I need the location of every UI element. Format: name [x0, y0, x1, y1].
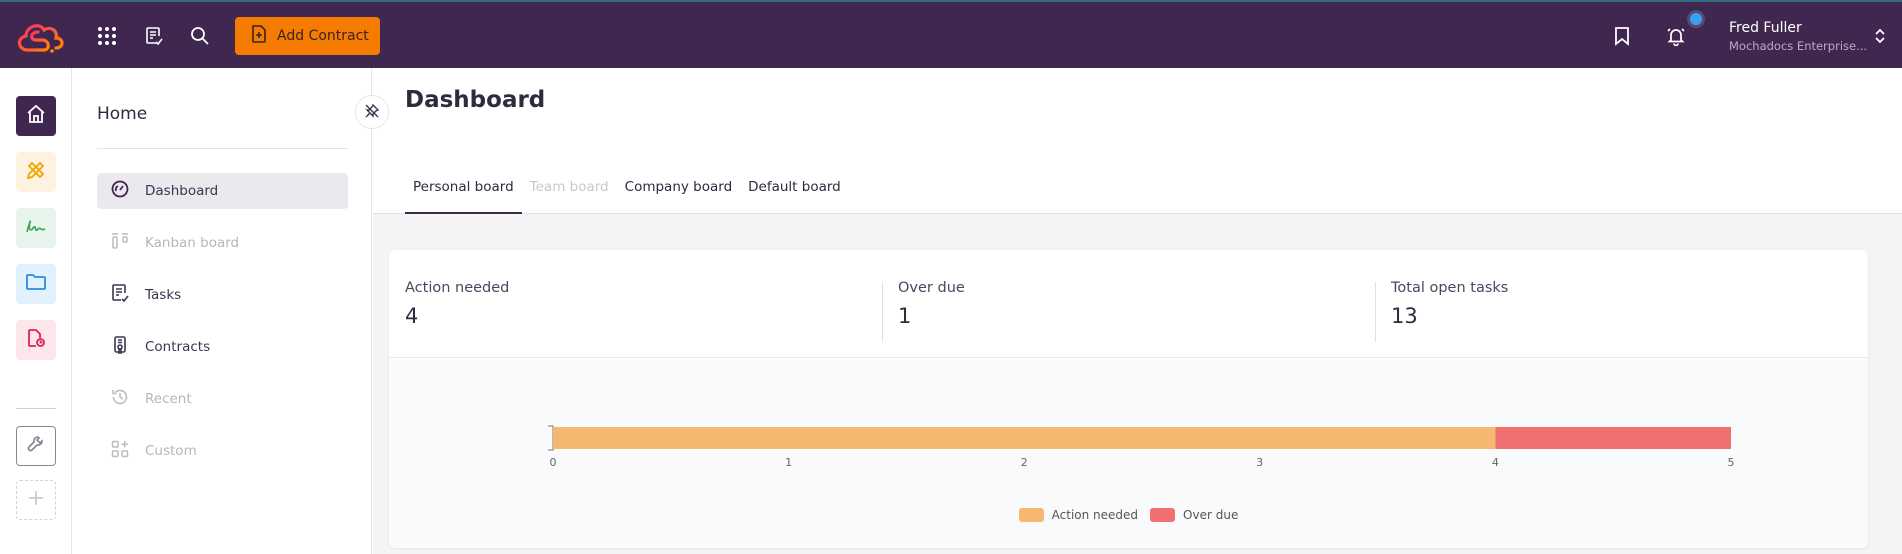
- legend-label: Over due: [1183, 508, 1239, 522]
- wrench-icon: [26, 434, 46, 458]
- stat-action-needed[interactable]: Action needed 4: [389, 250, 882, 357]
- search-icon[interactable]: [188, 24, 212, 48]
- sidebar: Home Dashboard Kanban board Tasks Contra…: [72, 68, 372, 554]
- sidebar-item-label: Custom: [145, 443, 197, 459]
- sidebar-item-label: Contracts: [145, 339, 211, 355]
- legend-swatch: [1150, 508, 1176, 522]
- legend-item-action-needed[interactable]: Action needed: [1018, 508, 1139, 522]
- sidebar-item-recent[interactable]: Recent: [97, 381, 348, 417]
- pencil-ruler-icon: [26, 160, 46, 184]
- tab-default-board[interactable]: Default board: [740, 172, 849, 214]
- rail-add-button[interactable]: [16, 480, 56, 520]
- page-header: Dashboard Personal board Team board Comp…: [373, 68, 1902, 214]
- board-tabs: Personal board Team board Company board …: [405, 172, 849, 214]
- stat-label: Over due: [898, 280, 965, 296]
- bar-over-due[interactable]: [1495, 427, 1731, 449]
- kanban-icon: [111, 232, 129, 254]
- chart-svg: 0 1 2 3 4 5: [548, 425, 1735, 469]
- rail-home-button[interactable]: [16, 96, 56, 136]
- sidebar-item-contracts[interactable]: Contracts: [97, 329, 348, 365]
- chevron-up-down-icon[interactable]: [1868, 24, 1892, 48]
- home-icon: [26, 104, 46, 128]
- user-name: Fred Fuller: [1729, 20, 1802, 36]
- gauge-icon: [111, 180, 129, 202]
- bookmark-icon[interactable]: [1610, 24, 1634, 48]
- x-tick-label: 3: [1256, 456, 1263, 469]
- add-contract-button[interactable]: Add Contract: [235, 17, 380, 55]
- mochadocs-cloud-logo[interactable]: [14, 18, 72, 56]
- page-title: Dashboard: [405, 87, 546, 113]
- main-content: Dashboard Personal board Team board Comp…: [373, 68, 1902, 554]
- sidebar-item-tasks[interactable]: Tasks: [97, 277, 348, 313]
- bar-action-needed[interactable]: [553, 427, 1496, 449]
- stat-label: Total open tasks: [1391, 280, 1509, 296]
- tab-personal-board[interactable]: Personal board: [405, 172, 522, 214]
- x-tick-label: 1: [785, 456, 792, 469]
- plus-icon: [28, 490, 44, 510]
- tasks-icon: [111, 284, 129, 306]
- legend-label: Action needed: [1051, 508, 1139, 522]
- add-contract-label: Add Contract: [277, 28, 369, 44]
- folder-icon: [25, 273, 47, 295]
- sidebar-item-label: Recent: [145, 391, 192, 407]
- sidebar-item-label: Tasks: [145, 287, 182, 303]
- x-tick-label: 5: [1728, 456, 1735, 469]
- stats-row: Action needed 4 Over due 1 Total open ta…: [389, 250, 1868, 358]
- chart-legend: Action needed Over due: [389, 508, 1868, 522]
- x-tick-label: 4: [1492, 456, 1499, 469]
- user-menu[interactable]: Fred Fuller Mochadocs Enterprise...: [1729, 20, 1867, 53]
- contract-icon: [111, 336, 129, 358]
- unpin-sidebar-button[interactable]: [355, 95, 389, 129]
- signature-icon: [25, 218, 47, 238]
- stat-over-due[interactable]: Over due 1: [882, 250, 1375, 357]
- rail-signature-button[interactable]: [16, 208, 56, 248]
- history-icon: [111, 388, 129, 410]
- rail-settings-button[interactable]: [16, 426, 56, 466]
- sidebar-item-custom[interactable]: Custom: [97, 433, 348, 469]
- stat-value: 1: [898, 304, 912, 328]
- pin-off-icon: [365, 103, 380, 122]
- app-rail: [0, 68, 72, 554]
- legend-swatch: [1018, 508, 1044, 522]
- file-chart-icon: [26, 328, 46, 352]
- legend-item-over-due[interactable]: Over due: [1150, 508, 1238, 522]
- tasks-summary-card: Action needed 4 Over due 1 Total open ta…: [389, 250, 1868, 548]
- notification-badge: [1690, 13, 1702, 25]
- file-plus-icon: [251, 25, 267, 47]
- x-tick-label: 0: [550, 456, 557, 469]
- sidebar-divider: [97, 148, 348, 149]
- stat-value: 13: [1391, 304, 1418, 328]
- rail-report-button[interactable]: [16, 320, 56, 360]
- x-tick-label: 2: [1021, 456, 1028, 469]
- tasks-icon[interactable]: [142, 24, 166, 48]
- tab-company-board[interactable]: Company board: [617, 172, 741, 214]
- tab-team-board[interactable]: Team board: [522, 172, 617, 214]
- apps-grid-icon[interactable]: [95, 24, 119, 48]
- user-org: Mochadocs Enterprise...: [1729, 39, 1868, 53]
- sidebar-item-kanban-board[interactable]: Kanban board: [97, 225, 348, 261]
- y-axis-line: [548, 425, 554, 451]
- stat-total-open-tasks[interactable]: Total open tasks 13: [1375, 250, 1868, 357]
- stat-value: 4: [405, 304, 419, 328]
- grid-plus-icon: [111, 440, 129, 462]
- sidebar-title: Home: [97, 104, 148, 124]
- sidebar-item-label: Dashboard: [145, 183, 219, 199]
- rail-folder-button[interactable]: [16, 264, 56, 304]
- top-bar: Add Contract Fred Fuller Mochadocs Enter…: [0, 0, 1902, 68]
- stat-label: Action needed: [405, 280, 510, 296]
- rail-divider: [16, 408, 56, 409]
- sidebar-item-dashboard[interactable]: Dashboard: [97, 173, 348, 209]
- tasks-bar-chart: 0 1 2 3 4 5 Action needed Over due: [389, 359, 1868, 548]
- sidebar-item-label: Kanban board: [145, 235, 240, 251]
- rail-design-button[interactable]: [16, 152, 56, 192]
- bell-icon[interactable]: [1664, 24, 1688, 48]
